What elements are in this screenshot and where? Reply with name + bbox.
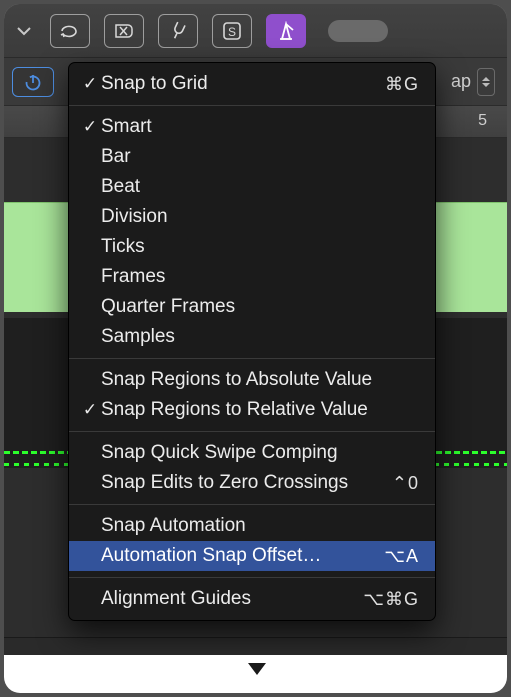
menu-item[interactable]: Frames (69, 262, 435, 292)
menu-item[interactable]: Snap Automation (69, 511, 435, 541)
check-icon: ✓ (79, 117, 101, 137)
check-icon: ✓ (79, 74, 101, 94)
menu-separator (69, 358, 435, 359)
svg-text:S: S (228, 25, 236, 39)
snap-menu: ✓Snap to Grid⌘G✓SmartBarBeatDivisionTick… (68, 62, 436, 621)
menu-item-shortcut: ⌥A (384, 546, 419, 567)
toolbar-pill[interactable] (328, 20, 388, 42)
stepper-icon[interactable] (477, 68, 495, 96)
menu-item-label: Snap Automation (101, 515, 419, 537)
cancel-icon[interactable] (104, 14, 144, 48)
menu-item[interactable]: ✓Snap Regions to Relative Value (69, 395, 435, 425)
menu-item-label: Snap Regions to Absolute Value (101, 369, 419, 391)
menu-item[interactable]: Alignment Guides⌥⌘G (69, 584, 435, 614)
metronome-icon[interactable] (266, 14, 306, 48)
view-dropdown-caret[interactable] (12, 11, 36, 51)
menu-item-label: Snap Quick Swipe Comping (101, 442, 419, 464)
menu-item[interactable]: ✓Smart (69, 112, 435, 142)
toolbar: S (4, 4, 507, 58)
ruler-marker: 5 (478, 112, 487, 130)
menu-item-label: Bar (101, 146, 419, 168)
menu-item[interactable]: Snap Edits to Zero Crossings⌃0 (69, 468, 435, 498)
menu-item[interactable]: ✓Snap to Grid⌘G (69, 69, 435, 99)
menu-item[interactable]: Division (69, 202, 435, 232)
menu-pointer-icon (248, 663, 266, 675)
menu-item[interactable]: Bar (69, 142, 435, 172)
loop-icon[interactable] (50, 14, 90, 48)
menu-item-shortcut: ⌥⌘G (363, 589, 419, 610)
menu-item-label: Snap to Grid (101, 73, 385, 95)
solo-box-icon[interactable]: S (212, 14, 252, 48)
menu-separator (69, 431, 435, 432)
horizontal-scrollbar[interactable] (4, 637, 507, 655)
menu-item-label: Beat (101, 176, 419, 198)
menu-item[interactable]: Ticks (69, 232, 435, 262)
menu-item-label: Division (101, 206, 419, 228)
menu-item-label: Snap Edits to Zero Crossings (101, 472, 392, 494)
page-frame: S ap 5 (4, 4, 507, 693)
menu-item[interactable]: Quarter Frames (69, 292, 435, 322)
menu-item-label: Automation Snap Offset… (101, 545, 384, 567)
menu-item-label: Quarter Frames (101, 296, 419, 318)
menu-item-shortcut: ⌘G (385, 74, 419, 95)
menu-item-label: Samples (101, 326, 419, 348)
app-window: S ap 5 (4, 4, 507, 655)
menu-item-label: Alignment Guides (101, 588, 363, 610)
check-icon: ✓ (79, 400, 101, 420)
menu-item-shortcut: ⌃0 (392, 473, 419, 494)
menu-item[interactable]: Beat (69, 172, 435, 202)
menu-item-label: Ticks (101, 236, 419, 258)
tuning-fork-icon[interactable] (158, 14, 198, 48)
snap-mode-indicator[interactable]: ap (451, 58, 495, 105)
menu-item-label: Smart (101, 116, 419, 138)
menu-separator (69, 105, 435, 106)
power-button[interactable] (12, 67, 54, 97)
menu-item[interactable]: Samples (69, 322, 435, 352)
menu-separator (69, 504, 435, 505)
menu-separator (69, 577, 435, 578)
menu-item-label: Frames (101, 266, 419, 288)
menu-item-label: Snap Regions to Relative Value (101, 399, 419, 421)
snap-mode-label: ap (451, 71, 471, 92)
menu-item[interactable]: Automation Snap Offset…⌥A (69, 541, 435, 571)
menu-item[interactable]: Snap Regions to Absolute Value (69, 365, 435, 395)
menu-item[interactable]: Snap Quick Swipe Comping (69, 438, 435, 468)
